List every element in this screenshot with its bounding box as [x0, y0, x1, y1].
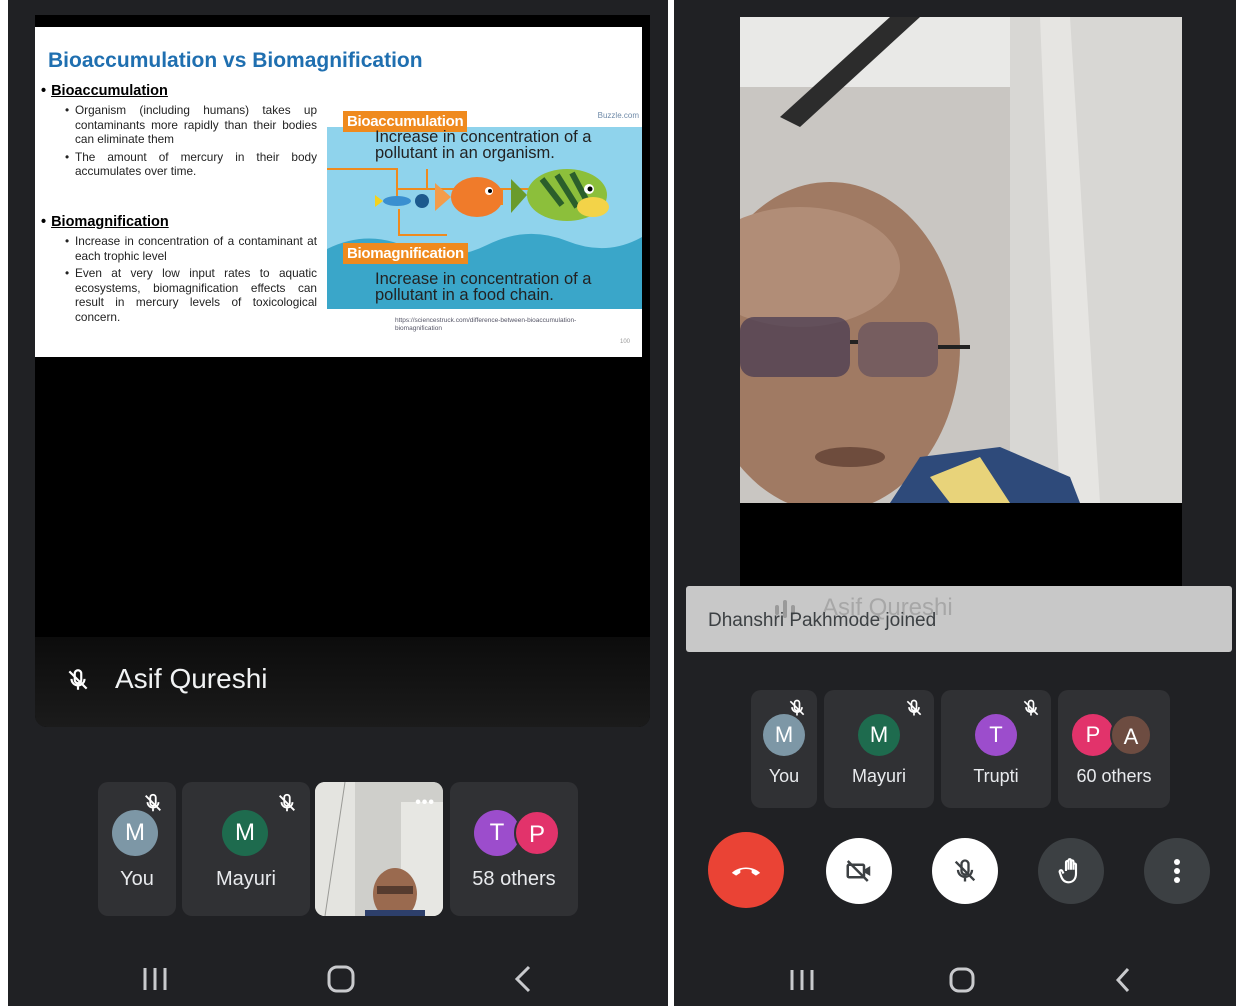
slide-bullet-list: Organism (including humans) takes up con…	[65, 103, 317, 182]
mic-off-icon	[954, 859, 976, 882]
more-horizontal-icon[interactable]: •••	[415, 794, 435, 812]
toast-message: Dhanshri Pakhmode joined	[708, 610, 937, 631]
speaker-name: Asif Qureshi	[115, 663, 268, 694]
avatar: M	[112, 810, 158, 856]
avatar: M	[222, 810, 268, 856]
system-navbar	[674, 946, 1236, 1006]
section-label: Bioaccumulation	[51, 83, 168, 99]
avatar: P	[514, 810, 560, 856]
slide-bullet-list: Increase in concentration of a contamina…	[65, 234, 317, 328]
participant-name: Mayuri	[851, 766, 906, 786]
slide-section-heading: • Bioaccumulation	[41, 83, 168, 99]
presentation-stage[interactable]: Bioaccumulation vs Biomagnification • Bio…	[35, 15, 650, 727]
home-icon[interactable]	[948, 966, 976, 994]
mic-off-icon	[279, 793, 295, 812]
biomagnification-description: Increase in concentration of a pollutant…	[375, 270, 592, 304]
participant-tile-others[interactable]: T P 58 others	[450, 782, 578, 916]
slide-source-link: https://sciencestruck.com/difference-bet…	[395, 317, 577, 332]
camera-off-icon	[846, 860, 871, 882]
participant-name: Trupti	[973, 766, 1019, 786]
camera-letterbox	[740, 503, 1182, 589]
participant-name: 58 others	[472, 868, 556, 890]
back-icon[interactable]	[1114, 966, 1132, 994]
more-options-button[interactable]	[1144, 838, 1210, 904]
recent-apps-icon[interactable]	[140, 966, 170, 992]
bioaccumulation-description: Increase in concentration of a pollutant…	[375, 128, 592, 162]
avatar: M	[858, 714, 900, 756]
participant-tile-you[interactable]: M You	[751, 690, 817, 808]
left-phone-screen: Bioaccumulation vs Biomagnification • Bio…	[8, 0, 668, 1006]
participant-tile-others[interactable]: P A 60 others	[1058, 690, 1170, 808]
participant-tile-you[interactable]: M You	[98, 782, 176, 916]
avatar: P	[1072, 714, 1114, 756]
shared-slide: Bioaccumulation vs Biomagnification • Bio…	[35, 27, 642, 357]
avatar: A	[1110, 714, 1152, 756]
mic-off-icon	[906, 699, 922, 716]
back-icon[interactable]	[513, 964, 533, 994]
avatar: M	[763, 714, 805, 756]
speaker-name-bar: Asif Qureshi	[35, 637, 650, 727]
participant-name: You	[768, 766, 800, 786]
slide-title: Bioaccumulation vs Biomagnification	[48, 49, 423, 72]
participant-video-tile[interactable]: •••	[315, 782, 443, 916]
recent-apps-icon[interactable]	[788, 968, 816, 992]
participant-tile-trupti[interactable]: T Trupti	[941, 690, 1051, 808]
raise-hand-icon	[1058, 858, 1078, 884]
end-call-button[interactable]	[708, 832, 784, 908]
slide-bullet: The amount of mercury in their body accu…	[65, 150, 317, 179]
slide-section-heading: • Biomagnification	[41, 214, 169, 230]
camera-video-image	[740, 17, 1182, 503]
camera-toggle-button[interactable]	[826, 838, 892, 904]
participant-name: You	[120, 868, 154, 890]
participant-tile-mayuri[interactable]: M Mayuri	[182, 782, 310, 916]
slide-page-number: 100	[619, 339, 630, 345]
more-vertical-icon	[1174, 859, 1180, 883]
slide-illustration: Buzzle.com Bioaccumulation Increase in c…	[327, 109, 642, 309]
end-call-icon	[731, 867, 761, 876]
slide-bullet: Even at very low input rates to aquatic …	[65, 266, 317, 324]
biomagnification-tag: Biomagnification	[343, 243, 468, 264]
system-navbar	[8, 946, 668, 1006]
speaker-camera-feed[interactable]	[740, 17, 1182, 503]
image-credit: Buzzle.com	[597, 111, 639, 120]
slide-bullet: Organism (including humans) takes up con…	[65, 103, 317, 147]
avatar: T	[975, 714, 1017, 756]
mic-off-icon	[145, 793, 161, 812]
participant-tile-mayuri[interactable]: M Mayuri	[824, 690, 934, 808]
participant-name: Mayuri	[215, 868, 276, 890]
slide-bullet: Increase in concentration of a contamina…	[65, 234, 317, 263]
participant-name: 60 others	[1076, 766, 1152, 786]
mic-off-icon	[1023, 699, 1039, 716]
right-phone-screen: Asif Qureshi Dhanshri Pakhmode joined M …	[674, 0, 1236, 1006]
mic-toggle-button[interactable]	[932, 838, 998, 904]
join-notification-toast: Asif Qureshi Dhanshri Pakhmode joined	[686, 586, 1232, 652]
home-icon[interactable]	[326, 964, 356, 994]
raise-hand-button[interactable]	[1038, 838, 1104, 904]
mic-off-icon	[68, 669, 88, 690]
section-label: Biomagnification	[51, 214, 169, 230]
